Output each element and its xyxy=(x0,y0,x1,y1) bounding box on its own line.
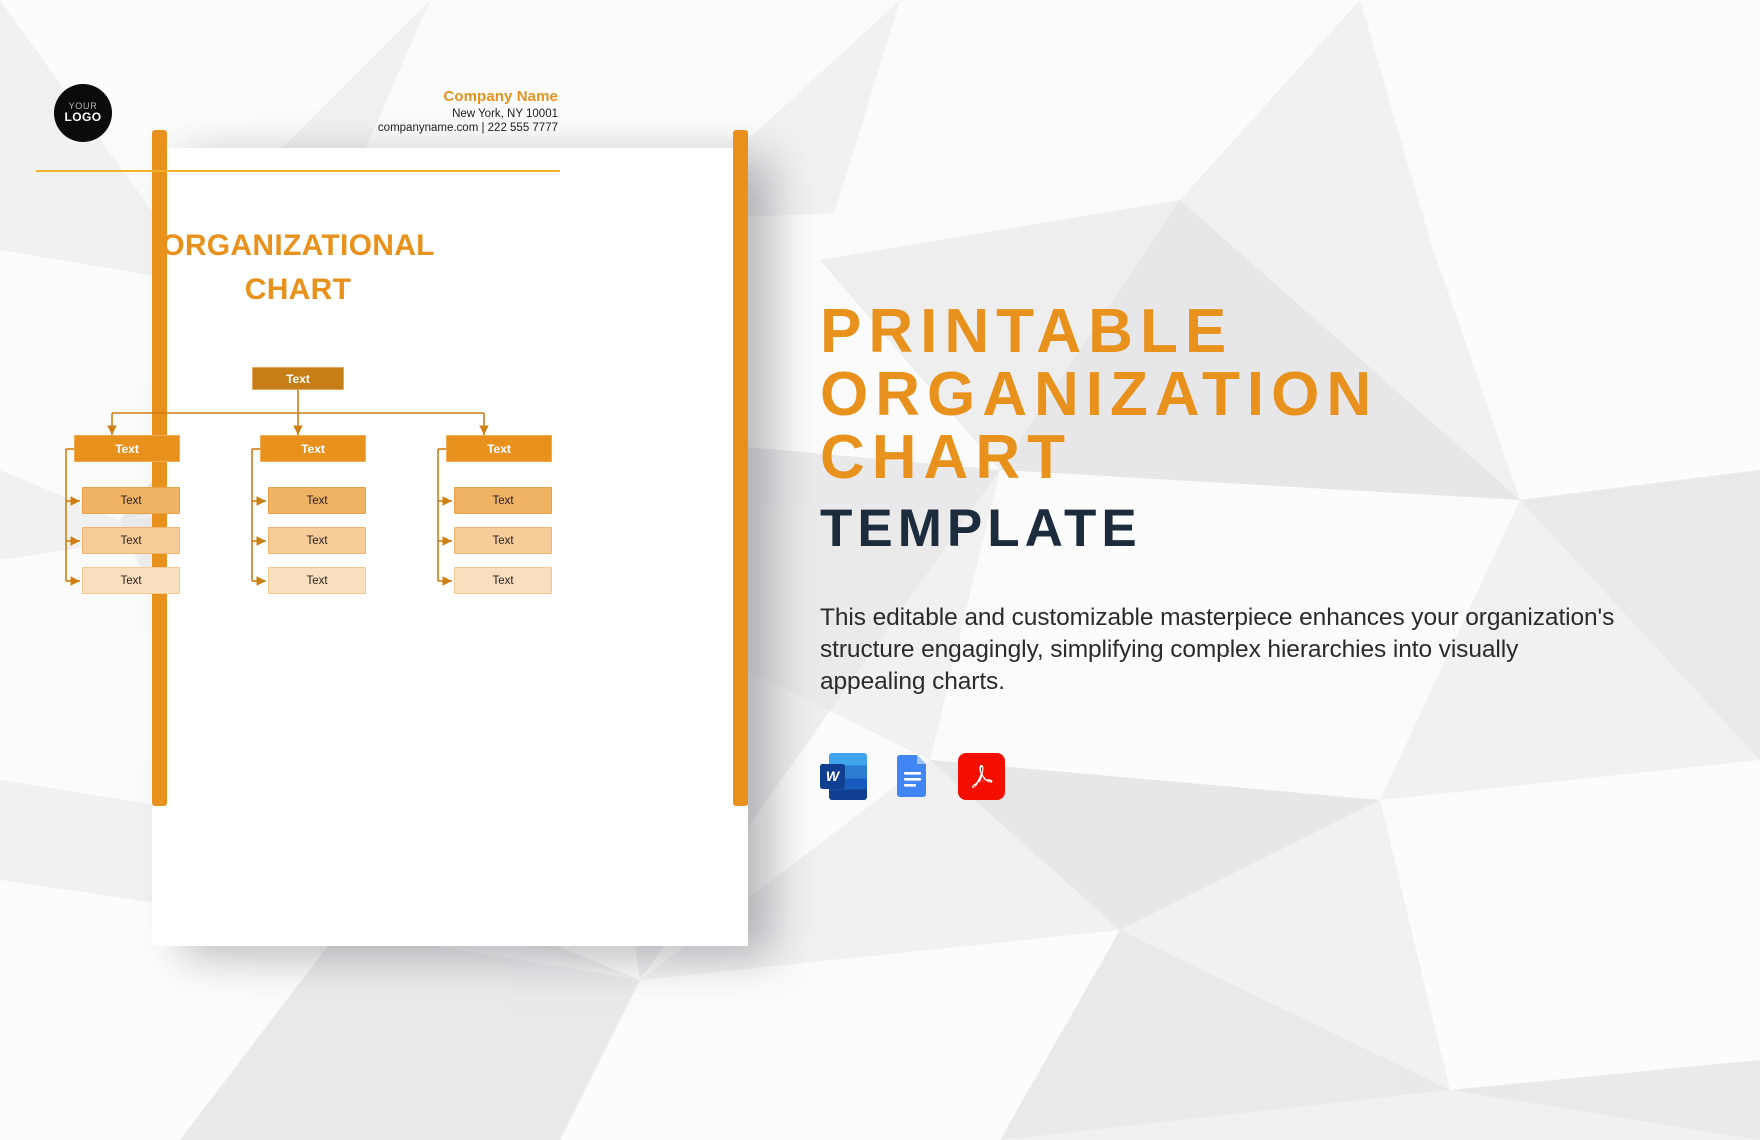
org-node-branch2-child1[interactable]: Text xyxy=(268,487,366,514)
org-node-label: Text xyxy=(286,371,310,386)
promo-headline-line2: ORGANIZATION xyxy=(820,360,1379,430)
logo-placeholder: YOUR LOGO xyxy=(54,84,112,142)
pdf-square-shape xyxy=(958,752,1005,800)
org-node-branch2-head[interactable]: Text xyxy=(260,435,366,462)
document-title-line1: ORGANIZATIONAL xyxy=(161,229,435,262)
org-node-label: Text xyxy=(492,494,514,507)
org-node-label: Text xyxy=(492,534,514,547)
company-contact: companyname.com | 222 555 7777 xyxy=(377,122,558,134)
acrobat-a-glyph xyxy=(971,765,992,789)
org-node-branch1-child3[interactable]: Text xyxy=(82,567,180,594)
promo-headline-line3: CHART xyxy=(820,423,1072,493)
org-node-label: Text xyxy=(115,441,139,456)
org-node-root[interactable]: Text xyxy=(252,367,344,390)
org-node-label: Text xyxy=(492,574,514,587)
google-docs-icon[interactable] xyxy=(889,753,936,800)
org-node-branch1-child1[interactable]: Text xyxy=(82,487,180,514)
org-node-branch1-child2[interactable]: Text xyxy=(82,527,180,554)
word-letter-badge: W xyxy=(820,763,845,789)
company-name: Company Name xyxy=(443,88,558,105)
promo-headline-subtitle: TEMPLATE xyxy=(820,498,1142,558)
google-docs-glyph xyxy=(897,754,926,797)
org-node-label: Text xyxy=(301,441,325,456)
promo-description: This editable and customizable masterpie… xyxy=(820,603,1615,696)
org-node-branch3-child2[interactable]: Text xyxy=(454,527,552,554)
org-node-branch2-child3[interactable]: Text xyxy=(268,567,366,594)
company-address: New York, NY 10001 xyxy=(452,108,558,120)
letterhead: YOUR LOGO Company Name New York, NY 1000… xyxy=(36,56,560,172)
org-chart: Text Text Text Text Text Text Text Text … xyxy=(36,361,560,621)
promo-headline-line1: PRINTABLE xyxy=(820,297,1234,366)
org-node-branch1-head[interactable]: Text xyxy=(74,435,180,462)
org-node-branch2-child2[interactable]: Text xyxy=(268,527,366,554)
org-node-label: Text xyxy=(306,534,328,547)
document-title-line2: CHART xyxy=(244,272,352,306)
document-accent-bar-right xyxy=(733,130,748,806)
org-node-label: Text xyxy=(306,574,328,587)
org-node-label: Text xyxy=(306,494,328,507)
org-node-branch3-head[interactable]: Text xyxy=(446,435,552,462)
format-icons: W xyxy=(820,752,1680,800)
org-node-branch3-child1[interactable]: Text xyxy=(454,487,552,514)
org-node-label: Text xyxy=(120,574,142,587)
promo-panel: PRINTABLE ORGANIZATION CHART TEMPLATE Th… xyxy=(820,300,1680,800)
org-node-branch3-child3[interactable]: Text xyxy=(454,567,552,594)
company-info: Company Name New York, NY 10001 companyn… xyxy=(378,88,558,138)
document-title: ORGANIZATIONAL CHART xyxy=(36,224,560,311)
org-node-label: Text xyxy=(487,441,511,456)
adobe-pdf-icon[interactable] xyxy=(958,752,1005,800)
logo-main-text: LOGO xyxy=(64,110,102,125)
org-node-label: Text xyxy=(120,494,142,507)
org-node-label: Text xyxy=(120,534,142,547)
microsoft-word-icon[interactable]: W xyxy=(820,752,867,800)
promo-headline: PRINTABLE ORGANIZATION CHART xyxy=(820,300,1680,490)
